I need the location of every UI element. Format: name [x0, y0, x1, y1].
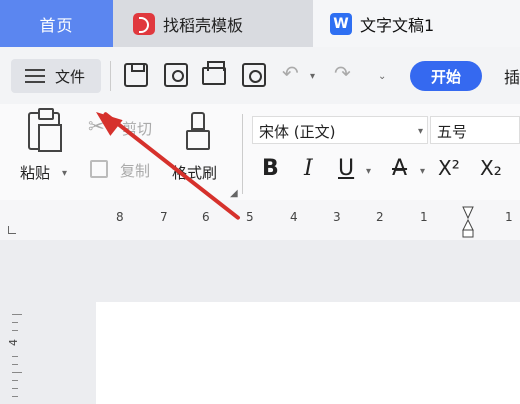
ruler-label: 5 — [246, 210, 254, 224]
ruler-label: 3 — [333, 210, 341, 224]
superscript-button[interactable]: X² — [438, 156, 460, 180]
undo-dropdown-icon[interactable]: ▾ — [310, 71, 315, 82]
ruler-label: 7 — [160, 210, 168, 224]
export-pdf-icon[interactable] — [164, 63, 188, 87]
vertical-ruler-label: 4 — [7, 339, 20, 346]
save-icon[interactable] — [124, 63, 148, 87]
more-chevron-icon[interactable]: ⌄ — [378, 71, 386, 82]
tab-stop-icon[interactable] — [8, 226, 16, 234]
tab-bar: 首页 找稻壳模板 W 文字文稿1 — [0, 0, 520, 47]
horizontal-ruler[interactable]: 8 7 6 5 4 3 2 1 1 — [0, 200, 520, 240]
ruler-label: 1 — [505, 210, 513, 224]
tab-start[interactable]: 开始 — [410, 61, 482, 91]
file-menu-label: 文件 — [55, 67, 86, 86]
docer-logo-icon — [133, 12, 155, 35]
subscript-button[interactable]: X₂ — [480, 156, 502, 180]
tab-template[interactable]: 找稻壳模板 — [113, 0, 313, 47]
tab-insert-partial[interactable]: 插 — [504, 64, 520, 88]
redo-icon[interactable]: ↷ — [334, 61, 351, 85]
divider — [242, 114, 243, 194]
quick-access-bar: 文件 ↶ ▾ ↷ ⌄ 开始 插 — [0, 47, 520, 104]
ruler-label: 8 — [116, 210, 124, 224]
copy-icon — [90, 160, 108, 178]
paste-label[interactable]: 粘贴 — [20, 162, 50, 183]
font-name-select[interactable]: 宋体 (正文) — [252, 116, 428, 144]
ruler-label: 2 — [376, 210, 384, 224]
ruler-label: 6 — [202, 210, 210, 224]
underline-dropdown-icon[interactable]: ▾ — [366, 166, 371, 177]
underline-button[interactable]: U — [338, 156, 354, 181]
writer-icon: W — [330, 12, 352, 35]
tab-template-label: 找稻壳模板 — [163, 15, 244, 35]
font-size-select[interactable]: 五号 — [430, 116, 520, 144]
copy-label[interactable]: 复制 — [120, 160, 150, 181]
tab-home[interactable]: 首页 — [0, 0, 113, 47]
menu-icon — [25, 69, 45, 83]
clipboard-settings-icon[interactable]: ◢ — [230, 188, 238, 199]
font-size-value: 五号 — [437, 123, 468, 141]
ruler-label: 4 — [290, 210, 298, 224]
indent-marker-icon[interactable] — [462, 206, 474, 238]
font-name-value: 宋体 (正文) — [259, 123, 336, 141]
ruler-label: 1 — [420, 210, 428, 224]
print-preview-icon[interactable] — [242, 63, 266, 87]
format-painter-icon[interactable] — [186, 112, 210, 152]
strikethrough-dropdown-icon[interactable]: ▾ — [420, 166, 425, 177]
divider — [110, 61, 111, 91]
undo-icon[interactable]: ↶ — [282, 61, 299, 85]
ribbon-home: 粘贴 ▾ ✂ 剪切 复制 格式刷 ◢ 宋体 (正文) ▾ 五号 B I U ▾ … — [0, 104, 520, 200]
vertical-ruler[interactable]: 4 — [7, 312, 24, 404]
document-page[interactable] — [96, 302, 520, 404]
tab-document[interactable]: W 文字文稿1 — [313, 0, 520, 47]
italic-button[interactable]: I — [304, 156, 313, 181]
tab-document-label: 文字文稿1 — [360, 15, 435, 35]
bold-button[interactable]: B — [262, 156, 279, 181]
paste-icon[interactable] — [28, 108, 62, 152]
paste-dropdown-icon[interactable]: ▾ — [62, 168, 67, 179]
print-icon[interactable] — [202, 61, 226, 85]
file-menu-button[interactable]: 文件 — [11, 59, 101, 93]
font-name-dropdown-icon[interactable]: ▾ — [418, 126, 423, 137]
strikethrough-button[interactable]: A — [392, 156, 407, 181]
